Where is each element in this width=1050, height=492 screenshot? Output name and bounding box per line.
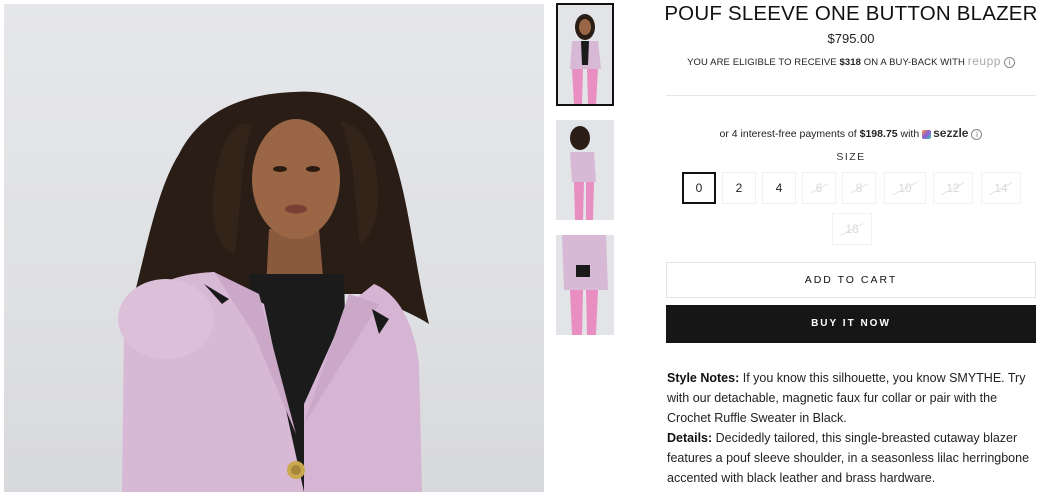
reupp-logo: reupp [967, 54, 1001, 68]
size-option-12[interactable]: 12 [933, 172, 973, 204]
buyback-amount: $318 [839, 57, 862, 68]
size-option-0[interactable]: 0 [682, 172, 716, 204]
installment-amount: $198.75 [859, 128, 898, 140]
info-icon[interactable]: i [971, 128, 983, 140]
size-option-14[interactable]: 14 [981, 172, 1021, 204]
installment-prefix: or 4 interest-free payments of [719, 128, 860, 140]
style-notes: Style Notes: If you know this silhouette… [667, 368, 1039, 428]
add-to-cart-button[interactable]: ADD TO CART [666, 262, 1036, 298]
product-price: $795.00 [827, 31, 875, 46]
product-description: Style Notes: If you know this silhouette… [667, 368, 1039, 488]
buyback-notice: YOU ARE ELIGIBLE TO RECEIVE $318 ON A BU… [664, 54, 1038, 68]
details-text: Decidedly tailored, this single-breasted… [667, 431, 1030, 485]
thumbnail-front[interactable] [556, 3, 614, 106]
product-title: POUF SLEEVE ONE BUTTON BLAZER [664, 2, 1038, 25]
details: Details: Decidedly tailored, this single… [667, 428, 1039, 488]
details-label: Details: [667, 431, 713, 445]
buyback-prefix: YOU ARE ELIGIBLE TO RECEIVE [687, 57, 840, 68]
sezzle-mark-icon [922, 129, 932, 139]
sezzle-logo: sezzle [933, 126, 969, 140]
size-option-6[interactable]: 6 [802, 172, 836, 204]
style-notes-label: Style Notes: [667, 371, 740, 385]
model-photo [118, 91, 429, 492]
size-option-16[interactable]: 16 [832, 213, 872, 245]
size-option-8[interactable]: 8 [842, 172, 876, 204]
buyback-suffix: ON A BUY-BACK WITH [861, 57, 968, 68]
divider [666, 95, 1036, 96]
info-icon[interactable]: i [1003, 56, 1015, 68]
size-option-4[interactable]: 4 [762, 172, 796, 204]
thumbnail-image [562, 235, 608, 335]
installment-middle: with [897, 128, 923, 140]
thumbnail-image [570, 14, 601, 104]
size-option-10[interactable]: 10 [884, 172, 926, 204]
size-option-2[interactable]: 2 [722, 172, 756, 204]
main-product-image[interactable] [4, 4, 544, 492]
thumbnail-back[interactable] [556, 235, 614, 335]
buy-it-now-button[interactable]: BUY IT NOW [666, 305, 1036, 343]
thumbnail-side[interactable] [556, 120, 614, 220]
size-label: SIZE [836, 151, 866, 163]
installment-notice: or 4 interest-free payments of $198.75 w… [664, 126, 1038, 140]
thumbnail-image [570, 126, 596, 220]
